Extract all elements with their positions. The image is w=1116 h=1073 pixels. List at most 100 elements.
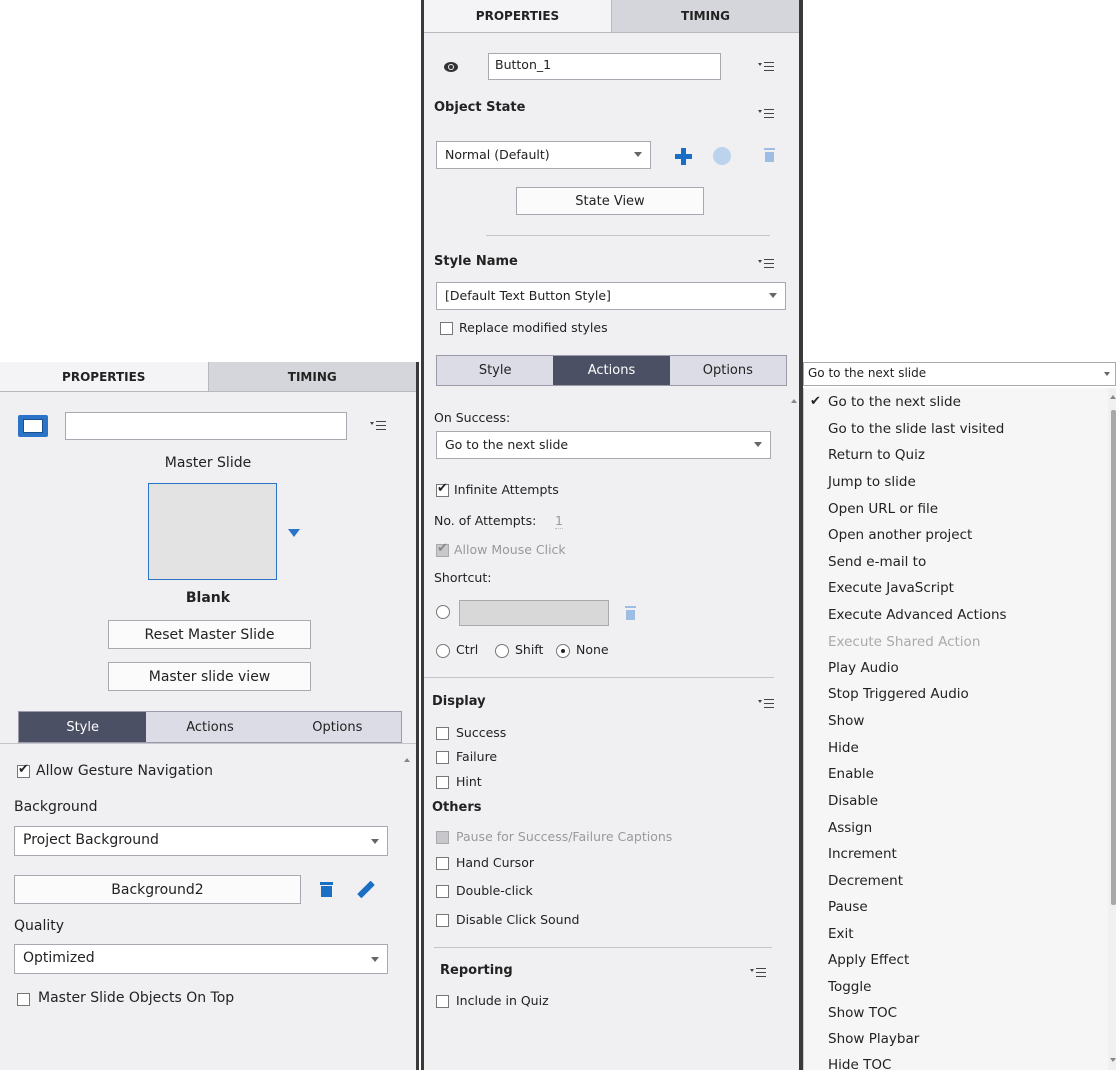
dropdown-item[interactable]: Apply Effect: [828, 952, 909, 968]
scroll-down-arrow-icon[interactable]: [1110, 1058, 1116, 1062]
object-state-menu-icon[interactable]: [758, 108, 774, 120]
master-slide-label: Master Slide: [164, 455, 252, 471]
action-dropdown-header[interactable]: Go to the next slide: [803, 362, 1116, 386]
dropdown-scrollbar-thumb[interactable]: [1111, 410, 1116, 905]
object-state-select[interactable]: Normal (Default): [436, 141, 651, 169]
dropdown-item[interactable]: Return to Quiz: [828, 447, 925, 463]
delete-shortcut-icon[interactable]: [625, 606, 636, 620]
reporting-menu-icon[interactable]: [750, 967, 766, 979]
dropdown-item[interactable]: Toggle: [828, 979, 871, 995]
quality-select[interactable]: Optimized: [14, 944, 388, 974]
segment-style[interactable]: Style: [19, 712, 147, 742]
ctrl-radio[interactable]: [436, 644, 450, 658]
middle-properties-panel: PROPERTIES TIMING Button_1 Object State …: [424, 0, 799, 1070]
master-slide-thumbnail[interactable]: [148, 483, 277, 580]
segment-style[interactable]: Style: [437, 356, 554, 385]
background-select[interactable]: Project Background: [14, 826, 388, 856]
tab-timing[interactable]: TIMING: [207, 362, 416, 391]
on-success-select[interactable]: Go to the next slide: [436, 431, 771, 459]
add-state-icon[interactable]: [675, 148, 692, 165]
style-name-label: Style Name: [434, 254, 518, 269]
refresh-state-icon[interactable]: [713, 147, 731, 165]
dropdown-item[interactable]: Disable: [828, 793, 878, 809]
hand-cursor-checkbox[interactable]: [436, 857, 449, 870]
dropdown-item[interactable]: Execute Advanced Actions: [828, 607, 1007, 623]
failure-checkbox[interactable]: [436, 751, 449, 764]
thumbnail-dropdown-icon[interactable]: [288, 529, 300, 537]
dropdown-item[interactable]: Exit: [828, 926, 854, 942]
dropdown-scroll-up-icon[interactable]: [791, 399, 797, 403]
segment-actions[interactable]: Actions: [146, 712, 274, 742]
dropdown-item[interactable]: Stop Triggered Audio: [828, 686, 969, 702]
double-click-checkbox[interactable]: [436, 885, 449, 898]
dropdown-item[interactable]: Execute JavaScript: [828, 580, 954, 596]
trash-icon[interactable]: [320, 881, 333, 897]
dropdown-item[interactable]: Show Playbar: [828, 1031, 919, 1047]
infinite-attempts-checkbox[interactable]: [436, 481, 449, 497]
shortcut-radio[interactable]: [436, 605, 450, 619]
include-in-quiz-checkbox[interactable]: [436, 995, 449, 1008]
segment-actions[interactable]: Actions: [553, 356, 670, 385]
shift-radio[interactable]: [495, 644, 509, 658]
dropdown-item[interactable]: Send e-mail to: [828, 554, 926, 570]
dropdown-item[interactable]: Open another project: [828, 527, 972, 543]
scroll-up-icon[interactable]: [404, 758, 410, 762]
dropdown-item[interactable]: Increment: [828, 846, 897, 862]
hint-checkbox[interactable]: [436, 776, 449, 789]
style-name-select[interactable]: [Default Text Button Style]: [436, 282, 786, 310]
slide-name-input[interactable]: [65, 412, 347, 440]
dropdown-item[interactable]: Show TOC: [828, 1005, 897, 1021]
background-image-button[interactable]: Background2: [14, 875, 301, 904]
scroll-up-arrow-icon[interactable]: [1110, 395, 1116, 399]
chevron-down-icon: [634, 152, 642, 157]
object-state-label: Object State: [434, 100, 526, 115]
attempts-value[interactable]: 1: [555, 513, 563, 529]
delete-state-icon[interactable]: [764, 148, 775, 162]
none-radio[interactable]: [556, 644, 570, 658]
allow-gesture-checkbox[interactable]: [17, 762, 30, 778]
panel-menu-icon[interactable]: [758, 61, 774, 73]
tab-timing[interactable]: TIMING: [611, 0, 799, 32]
reset-master-slide-button[interactable]: Reset Master Slide: [108, 620, 311, 649]
tab-properties[interactable]: PROPERTIES: [0, 362, 208, 391]
dropdown-item[interactable]: Play Audio: [828, 660, 899, 676]
panel-menu-icon[interactable]: [370, 420, 386, 432]
replace-styles-checkbox[interactable]: [440, 322, 453, 335]
display-menu-icon[interactable]: [758, 698, 774, 710]
shortcut-label: Shortcut:: [434, 570, 492, 585]
dropdown-item[interactable]: Hide: [828, 740, 859, 756]
dropdown-item[interactable]: Show: [828, 713, 864, 729]
dropdown-item[interactable]: Enable: [828, 766, 874, 782]
dropdown-item[interactable]: Go to the next slide: [828, 394, 961, 410]
disable-click-sound-checkbox[interactable]: [436, 914, 449, 927]
segment-options[interactable]: Options: [273, 712, 401, 742]
dropdown-item[interactable]: Assign: [828, 820, 872, 836]
style-name-menu-icon[interactable]: [758, 258, 774, 270]
dropdown-item[interactable]: Open URL or file: [828, 501, 938, 517]
tab-properties[interactable]: PROPERTIES: [424, 0, 611, 32]
dropdown-scrollbar-track[interactable]: [1108, 388, 1116, 1070]
state-view-button[interactable]: State View: [516, 187, 704, 215]
visibility-eye-icon[interactable]: [444, 62, 458, 72]
hand-cursor-label: Hand Cursor: [456, 855, 534, 870]
success-checkbox[interactable]: [436, 727, 449, 740]
pencil-icon[interactable]: [357, 880, 375, 899]
master-objects-on-top-checkbox[interactable]: [17, 993, 30, 1006]
master-slide-view-button[interactable]: Master slide view: [108, 662, 311, 691]
dropdown-item[interactable]: Decrement: [828, 873, 903, 889]
dropdown-item[interactable]: Jump to slide: [828, 474, 916, 490]
double-click-label: Double-click: [456, 883, 533, 898]
dropdown-item[interactable]: Go to the slide last visited: [828, 421, 1004, 437]
dropdown-item[interactable]: Pause: [828, 899, 868, 915]
quality-label: Quality: [14, 918, 65, 934]
shortcut-input: [459, 600, 609, 626]
object-name-input[interactable]: Button_1: [488, 53, 721, 80]
checkmark-icon: ✔: [810, 394, 821, 409]
middle-tabbar: PROPERTIES TIMING: [424, 0, 799, 33]
infinite-attempts-label: Infinite Attempts: [454, 482, 559, 497]
slide-icon: [18, 415, 48, 437]
allow-mouse-click-checkbox: [436, 541, 449, 557]
dropdown-item[interactable]: Hide TOC: [828, 1057, 891, 1073]
segment-options[interactable]: Options: [669, 356, 786, 385]
style-name-select-value: [Default Text Button Style]: [445, 288, 611, 303]
